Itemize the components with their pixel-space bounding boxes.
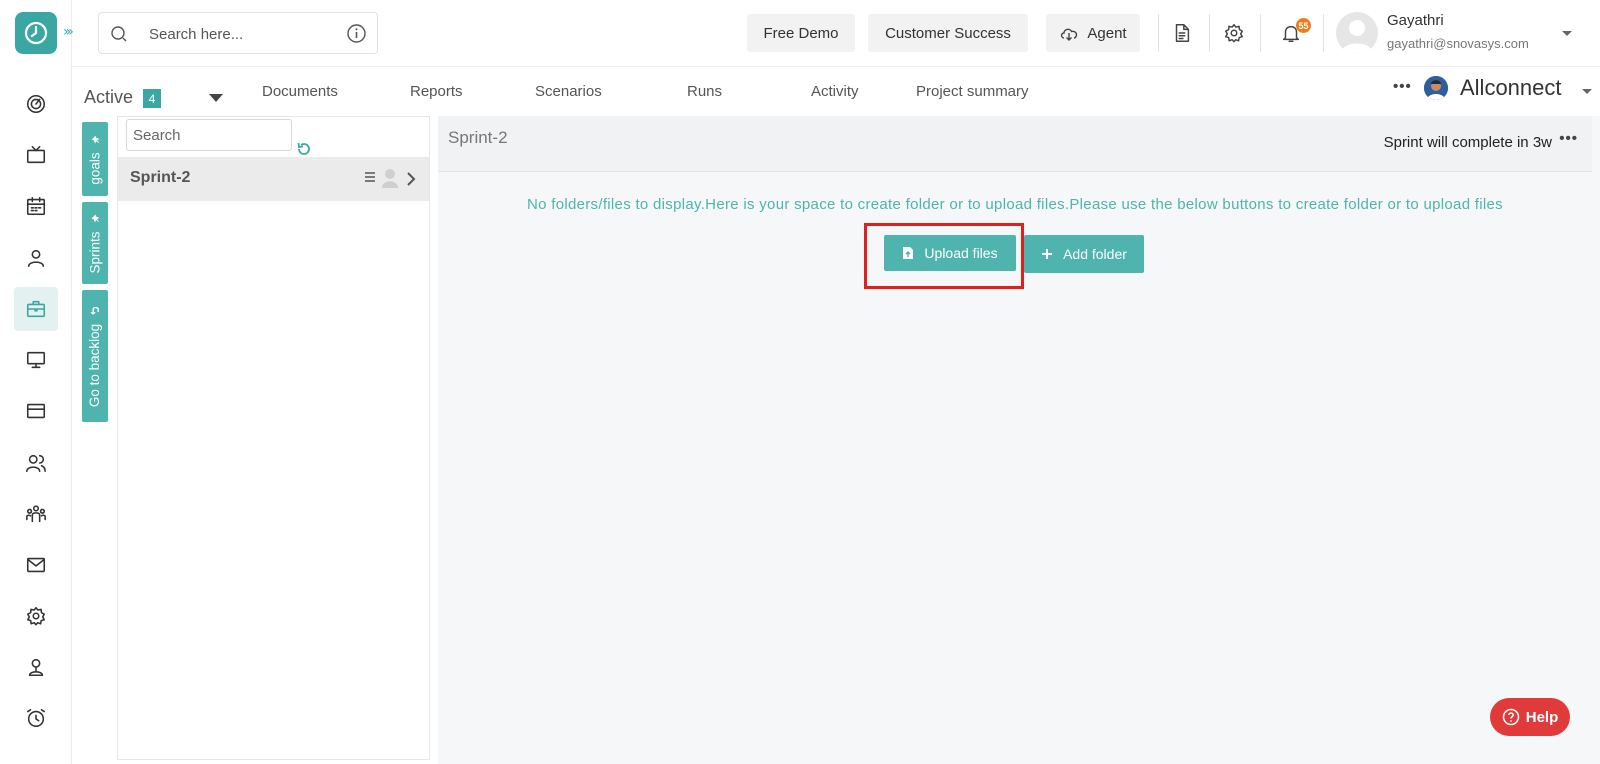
user-menu-caret-icon[interactable] — [1562, 31, 1572, 36]
search-icon — [111, 26, 127, 42]
header-divider — [1260, 14, 1261, 52]
vertical-tab-backlog-label: Go to backlog — [87, 323, 103, 407]
vertical-tab-goals-label: goals — [87, 151, 103, 185]
sprint-title: Sprint-2 — [448, 128, 508, 147]
agent-label: Agent — [1087, 24, 1127, 42]
return-arrow-icon — [90, 306, 99, 314]
app-logo-icon[interactable] — [15, 12, 57, 54]
sprint-item-name: Sprint-2 — [130, 169, 191, 186]
monitor-icon[interactable] — [14, 338, 58, 382]
active-filter-label[interactable]: Active — [84, 87, 133, 108]
tab-reports[interactable]: Reports — [410, 83, 463, 100]
highlight-box — [864, 223, 1024, 289]
vertical-tab-sprints[interactable]: Sprints — [82, 202, 108, 284]
user-name[interactable]: Gayathri — [1387, 12, 1444, 29]
user-avatar[interactable] — [1336, 12, 1378, 54]
help-label: Help — [1525, 708, 1559, 726]
project-more-icon[interactable]: ••• — [1393, 78, 1412, 95]
agent-button[interactable]: Agent — [1046, 14, 1140, 52]
menu-lines-icon[interactable] — [364, 171, 376, 183]
vertical-tab-sprints-label: Sprints — [87, 230, 103, 274]
calendar-icon[interactable] — [14, 184, 58, 228]
team-icon[interactable] — [14, 492, 58, 536]
refresh-icon[interactable] — [296, 141, 312, 157]
free-demo-button[interactable]: Free Demo — [747, 14, 855, 52]
users-icon[interactable] — [14, 441, 58, 485]
card-icon[interactable] — [14, 389, 58, 433]
vertical-tab-goals[interactable]: goals — [82, 122, 108, 196]
info-icon[interactable] — [346, 23, 367, 44]
header-divider — [1323, 14, 1324, 52]
vertical-tab-go-to-backlog[interactable]: Go to backlog — [82, 290, 108, 422]
global-search-input[interactable] — [149, 23, 329, 45]
dashboard-icon[interactable] — [14, 82, 58, 126]
active-count-badge: 4 — [143, 89, 161, 108]
user-email: gayathri@snovasys.com — [1387, 36, 1529, 51]
header-divider — [1158, 14, 1159, 52]
project-avatar — [1424, 76, 1448, 100]
project-name[interactable]: Allconnect — [1460, 75, 1562, 101]
alarm-clock-icon[interactable] — [14, 696, 58, 740]
document-icon[interactable] — [1169, 20, 1195, 46]
sprint-list-panel: Sprint-2 — [117, 116, 430, 760]
tab-runs[interactable]: Runs — [687, 83, 722, 100]
pin-icon — [91, 134, 99, 143]
sprint-header: Sprint-2 Sprint will complete in 3w ••• — [438, 116, 1592, 172]
plus-icon — [1042, 249, 1053, 259]
tab-activity[interactable]: Activity — [811, 83, 859, 100]
app-root: ››› Search here... Free Demo Customer Su… — [0, 0, 1600, 764]
sprint-documents-panel: Sprint-2 Sprint will complete in 3w ••• … — [438, 116, 1600, 764]
sprint-more-icon[interactable]: ••• — [1559, 130, 1578, 147]
expand-rail-icon[interactable]: ››› — [63, 24, 74, 40]
global-search — [98, 12, 378, 54]
help-question-icon — [1502, 708, 1519, 726]
mail-icon[interactable] — [14, 543, 58, 587]
tab-project-summary[interactable]: Project summary — [916, 83, 1029, 100]
projects-briefcase-icon[interactable] — [14, 287, 58, 331]
user-icon[interactable] — [14, 236, 58, 280]
chevron-right-icon[interactable] — [406, 171, 416, 187]
tv-icon[interactable] — [14, 133, 58, 177]
customer-success-button[interactable]: Customer Success — [868, 14, 1028, 52]
sprint-list-item[interactable]: Sprint-2 — [118, 157, 429, 201]
tab-documents[interactable]: Documents — [262, 83, 338, 100]
sprint-search — [126, 119, 292, 151]
header-divider-line — [72, 66, 1600, 67]
add-folder-label: Add folder — [1063, 246, 1127, 262]
help-button[interactable]: Help — [1490, 698, 1570, 736]
sprint-status: Sprint will complete in 3w — [1383, 134, 1552, 151]
pin-icon — [91, 213, 99, 222]
active-filter-dropdown-icon[interactable] — [209, 94, 223, 102]
tab-scenarios[interactable]: Scenarios — [535, 83, 602, 100]
empty-state-message: No folders/files to display.Here is your… — [526, 196, 1503, 213]
profile-badge-icon[interactable] — [14, 645, 58, 689]
settings-gear-icon[interactable] — [14, 594, 58, 638]
sprint-search-input[interactable] — [127, 120, 291, 150]
settings-icon[interactable] — [1221, 20, 1247, 46]
assignee-avatar-icon[interactable] — [382, 168, 398, 188]
cloud-download-icon — [1061, 28, 1078, 41]
notification-badge: 55 — [1296, 18, 1311, 33]
add-folder-button[interactable]: Add folder — [1024, 235, 1144, 273]
project-dropdown-caret-icon[interactable] — [1582, 89, 1592, 94]
left-rail: ››› — [0, 0, 74, 764]
header-divider — [1209, 14, 1210, 52]
